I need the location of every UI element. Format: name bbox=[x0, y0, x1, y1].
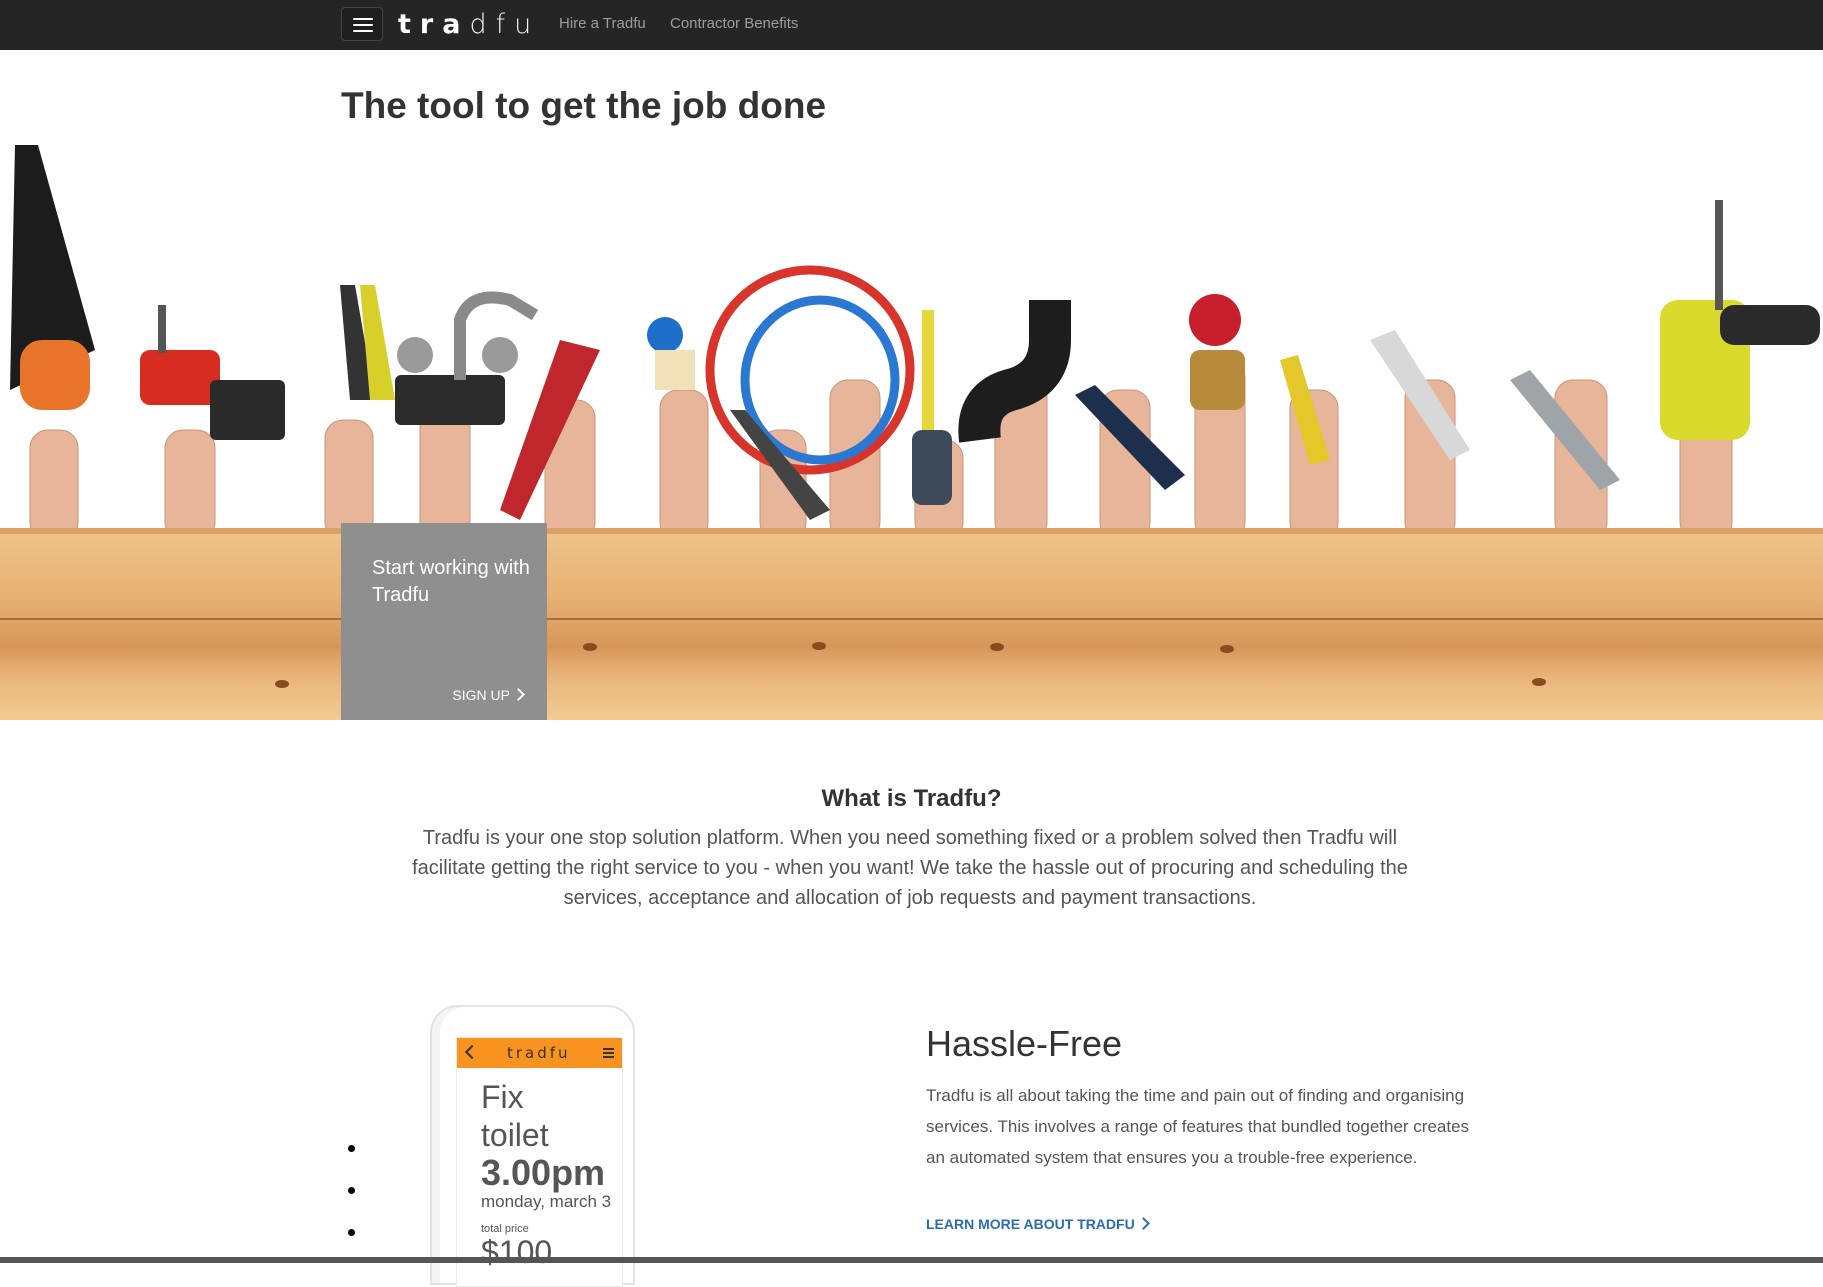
menu-toggle-button[interactable] bbox=[341, 7, 383, 41]
app-job-title: Fix toilet bbox=[481, 1079, 549, 1153]
nav-link-contractor-benefits[interactable]: Contractor Benefits bbox=[670, 15, 798, 32]
app-job-time: 3.00pm bbox=[481, 1152, 606, 1193]
app-job-date: monday, march 3 bbox=[481, 1192, 612, 1211]
signup-link[interactable]: SIGN UP bbox=[452, 687, 525, 703]
back-arrow-icon bbox=[464, 1044, 480, 1060]
what-is-body: Tradfu is your one stop solution platfor… bbox=[412, 827, 1408, 909]
hero-title: The tool to get the job done bbox=[341, 85, 827, 126]
what-is-title: What is Tradfu? bbox=[821, 785, 1002, 812]
menu-icon bbox=[603, 1048, 614, 1050]
nav-link-hire[interactable]: Hire a Tradfu bbox=[559, 15, 646, 32]
carousel-dot[interactable] bbox=[348, 1229, 355, 1236]
app-logo: tradfu bbox=[507, 1044, 571, 1062]
carousel-dot[interactable] bbox=[348, 1187, 355, 1194]
app-price: $100 bbox=[481, 1234, 553, 1270]
carousel-dot[interactable] bbox=[348, 1145, 355, 1152]
signup-card[interactable]: Start working with Tradfu SIGN UP bbox=[341, 523, 547, 720]
navbar: tradfu Hire a Tradfu Contractor Benefits bbox=[0, 0, 1823, 50]
learn-more-link[interactable]: LEARN MORE ABOUT TRADFU bbox=[926, 1216, 1150, 1232]
signup-card-title: Start working with Tradfu bbox=[372, 557, 530, 606]
feature-body: Tradfu is all about taking the time and … bbox=[926, 1086, 1470, 1167]
brand-logo[interactable]: tradfu bbox=[398, 6, 540, 44]
page-bottom-border bbox=[0, 1257, 1823, 1263]
wood-plank bbox=[0, 528, 1823, 720]
feature-title: Hassle-Free bbox=[926, 1023, 1123, 1064]
chevron-right-icon bbox=[1136, 1217, 1150, 1230]
chevron-right-icon bbox=[512, 688, 525, 701]
app-header: tradfu bbox=[457, 1038, 622, 1068]
phone-screen: tradfu Fix toilet 3.00pm monday, march 3 … bbox=[456, 1037, 623, 1287]
hero-section: The tool to get the job done Start worki… bbox=[0, 50, 1823, 720]
menu-icon bbox=[353, 18, 373, 20]
phone-mockup: tradfu Fix toilet 3.00pm monday, march 3 … bbox=[430, 1005, 635, 1287]
